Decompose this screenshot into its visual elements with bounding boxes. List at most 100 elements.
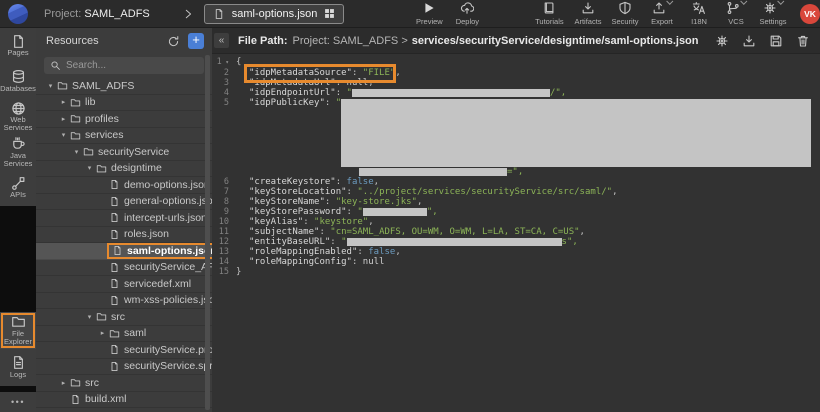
tree-chevron-icon[interactable]: ▸: [97, 329, 108, 337]
tree-item-src[interactable]: ▸src: [36, 375, 212, 392]
line-number[interactable]: 8: [212, 197, 236, 207]
tree-chevron-icon[interactable]: ▸: [58, 98, 69, 106]
tree-scrollbar[interactable]: [205, 55, 210, 410]
add-resource-button[interactable]: +: [188, 33, 204, 49]
tree-item-general-options.json[interactable]: general-options.json: [36, 194, 212, 211]
sidebar-item-file-explorer[interactable]: File Explorer: [0, 312, 36, 349]
code-content[interactable]: "entityBaseURL": "s",: [236, 237, 578, 247]
export-button[interactable]: Export: [647, 1, 677, 26]
tree-item-saml-options.json[interactable]: saml-options.json: [36, 243, 212, 260]
sidebar-item-databases[interactable]: Databases: [0, 64, 36, 100]
line-number[interactable]: 13: [212, 247, 236, 257]
tree-item-build.xml[interactable]: build.xml: [36, 392, 212, 409]
tree-item-src[interactable]: ▾src: [36, 309, 212, 326]
settings-button[interactable]: Settings: [758, 1, 788, 26]
collapse-panel-button[interactable]: «: [214, 33, 229, 48]
code-line-2[interactable]: 2"idpMetadataSource": "FILE",: [212, 68, 820, 78]
line-number[interactable]: 1 ▾: [212, 57, 236, 68]
code-content[interactable]: "keyStorePassword": "",: [236, 207, 438, 217]
line-number[interactable]: 11: [212, 227, 236, 237]
settings-button[interactable]: [715, 34, 729, 48]
line-number[interactable]: 3: [212, 78, 236, 88]
code-line-4[interactable]: 4"idpEndpointUrl": "/",: [212, 88, 820, 98]
sidebar-item-java-services[interactable]: Java Services: [0, 135, 36, 171]
tree-item-roles.json[interactable]: roles.json: [36, 227, 212, 244]
code-line-11[interactable]: 11"subjectName": "cn=SAML_ADFS, OU=WM, O…: [212, 227, 820, 237]
code-content[interactable]: "idpMetadataSource": "FILE",: [236, 68, 401, 78]
line-number[interactable]: 7: [212, 187, 236, 197]
tree-item-wm-xss-policies.json[interactable]: wm-xss-policies.json: [36, 293, 212, 310]
tree-item-securityService_API.json[interactable]: securityService_API.json: [36, 260, 212, 277]
code-content[interactable]: "roleMappingConfig": null: [236, 257, 384, 267]
tree-item-demo-options.json[interactable]: demo-options.json: [36, 177, 212, 194]
tree-chevron-icon[interactable]: ▾: [71, 148, 82, 156]
tree-item-securityService.properties[interactable]: securityService.properties: [36, 342, 212, 359]
tree-item-lib[interactable]: ▸lib: [36, 95, 212, 112]
refresh-icon[interactable]: [167, 35, 180, 48]
line-number[interactable]: 15: [212, 267, 236, 277]
tutorials-button[interactable]: Tutorials: [534, 1, 564, 26]
tree-item-services[interactable]: ▾services: [36, 128, 212, 145]
code-line-3[interactable]: 3"idpMetadataUrl": null,: [212, 78, 820, 88]
delete-button[interactable]: [796, 34, 810, 48]
tree-chevron-icon[interactable]: ▸: [58, 115, 69, 123]
artifacts-button[interactable]: Artifacts: [573, 1, 603, 26]
line-number[interactable]: 10: [212, 217, 236, 227]
tree-chevron-icon[interactable]: ▾: [58, 131, 69, 139]
code-content[interactable]: "roleMappingEnabled": false,: [236, 247, 401, 257]
code-content[interactable]: "idpEndpointUrl": "/",: [236, 88, 566, 98]
code-editor[interactable]: 1 ▾{2"idpMetadataSource": "FILE",3"idpMe…: [212, 54, 820, 277]
code-line-13[interactable]: 13"roleMappingEnabled": false,: [212, 247, 820, 257]
tree-item-profiles[interactable]: ▸profiles: [36, 111, 212, 128]
code-content[interactable]: "subjectName": "cn=SAML_ADFS, OU=WM, O=W…: [236, 227, 585, 237]
tree-item-servicedef.xml[interactable]: servicedef.xml: [36, 276, 212, 293]
code-line-15[interactable]: 15}: [212, 267, 820, 277]
preview-button[interactable]: Preview: [414, 1, 444, 26]
line-number[interactable]: 12: [212, 237, 236, 247]
line-number[interactable]: 4: [212, 88, 236, 98]
tree-chevron-icon[interactable]: ▸: [58, 379, 69, 387]
line-number[interactable]: 5: [212, 98, 236, 177]
code-line-9[interactable]: 9"keyStorePassword": "",: [212, 207, 820, 217]
code-content[interactable]: "keyStoreName": "key-store.jks",: [236, 197, 422, 207]
line-number[interactable]: 2: [212, 68, 236, 78]
tree-chevron-icon[interactable]: ▾: [84, 313, 95, 321]
tree-item-SAML_ADFS[interactable]: ▾SAML_ADFS: [36, 78, 212, 95]
open-file-tab[interactable]: saml-options.json: [204, 4, 345, 24]
code-content[interactable]: "createKeystore": false,: [236, 177, 379, 187]
line-number[interactable]: 14: [212, 257, 236, 267]
deploy-button[interactable]: Deploy: [452, 1, 482, 26]
fold-icon[interactable]: ▾: [222, 59, 229, 66]
tree-item-securityService.spring.xml[interactable]: securityService.spring.xml: [36, 359, 212, 376]
sidebar-more-button[interactable]: •••: [0, 392, 36, 412]
tree-item-intercept-urls.json[interactable]: intercept-urls.json: [36, 210, 212, 227]
line-number[interactable]: 9: [212, 207, 236, 217]
wavemaker-logo-icon[interactable]: [8, 4, 28, 24]
tree-item-saml[interactable]: ▸saml: [36, 326, 212, 343]
code-line-12[interactable]: 12"entityBaseURL": "s",: [212, 237, 820, 247]
code-line-1[interactable]: 1 ▾{: [212, 57, 820, 68]
search-input[interactable]: [66, 60, 198, 71]
sidebar-item-web-services[interactable]: Web Services: [0, 99, 36, 135]
i18n-button[interactable]: I18N: [684, 1, 714, 26]
code-content[interactable]: }: [236, 267, 241, 277]
code-content[interactable]: "keyAlias": "keystore",: [236, 217, 374, 227]
vcs-button[interactable]: VCS: [721, 1, 751, 26]
tree-chevron-icon[interactable]: ▾: [84, 164, 95, 172]
avatar[interactable]: VK: [800, 4, 820, 24]
sidebar-item-apis[interactable]: APIs: [0, 170, 36, 206]
line-number[interactable]: 6: [212, 177, 236, 187]
code-content[interactable]: {: [236, 57, 241, 68]
sidebar-item-pages[interactable]: Pages: [0, 28, 36, 64]
code-line-7[interactable]: 7"keyStoreLocation": "../project/service…: [212, 187, 820, 197]
sidebar-item-logs[interactable]: Logs: [0, 349, 36, 386]
tree-item-designtime[interactable]: ▾designtime: [36, 161, 212, 178]
security-button[interactable]: Security: [610, 1, 640, 26]
tree-chevron-icon[interactable]: ▾: [45, 82, 56, 90]
code-line-8[interactable]: 8"keyStoreName": "key-store.jks",: [212, 197, 820, 207]
download-button[interactable]: [742, 34, 756, 48]
code-content[interactable]: "keyStoreLocation": "../project/services…: [236, 187, 617, 197]
tree-item-securityService[interactable]: ▾securityService: [36, 144, 212, 161]
code-line-10[interactable]: 10"keyAlias": "keystore",: [212, 217, 820, 227]
save-button[interactable]: [769, 34, 783, 48]
